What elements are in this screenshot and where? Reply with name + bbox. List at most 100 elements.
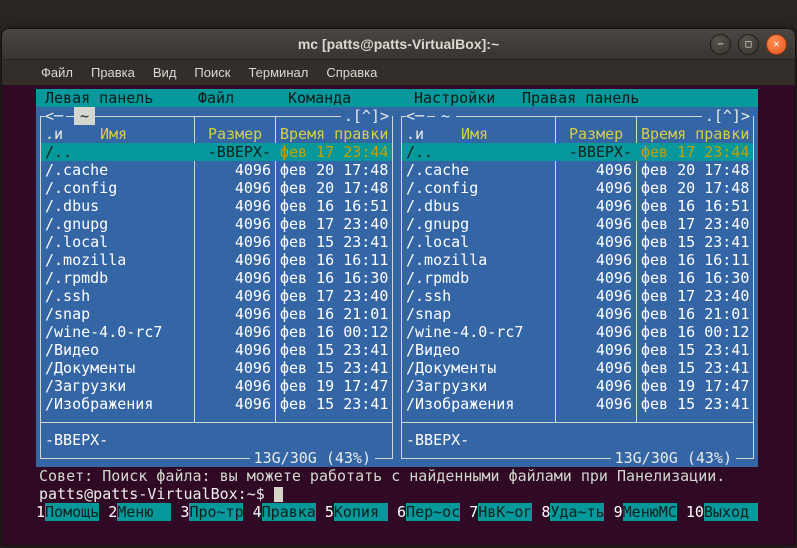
mc-menu-item-1[interactable]: Левая панель — [45, 89, 153, 107]
terminal-menu-item-3[interactable]: Вид — [144, 65, 186, 80]
file-mtime: фев 17 23:44 — [641, 143, 750, 161]
file-row[interactable]: /.. -ВВЕРХ-фев 17 23:44 — [397, 143, 758, 161]
column-header-name[interactable]: Имя — [461, 125, 488, 143]
file-row[interactable]: /.local 4096 фев 15 23:41 — [397, 233, 758, 251]
file-row[interactable]: /.rpmdb 4096 фев 16 16:30 — [36, 269, 397, 287]
file-size: 4096 — [595, 377, 632, 395]
terminal-menu-item-1[interactable]: Файл — [32, 65, 82, 80]
file-row[interactable]: /.dbus 4096 фев 16 16:51 — [36, 197, 397, 215]
file-row[interactable]: /Документы 4096 фев 15 23:41 — [397, 359, 758, 377]
mc-menu-item-4[interactable]: Настройки — [414, 89, 495, 107]
file-name: /Видео — [45, 341, 100, 359]
mc-menu-item-2[interactable]: Файл — [198, 89, 234, 107]
file-row[interactable]: /.dbus 4096 фев 16 16:51 — [397, 197, 758, 215]
file-size: 4096 — [595, 341, 632, 359]
updir-button[interactable]: .[^]> — [340, 107, 392, 125]
file-row[interactable]: /.. -ВВЕРХ-фев 17 23:44 — [36, 143, 397, 161]
file-mtime: фев 17 23:40 — [280, 215, 389, 233]
column-header-mtime[interactable]: Время правки — [280, 125, 388, 143]
file-row[interactable]: /Видео 4096 фев 15 23:41 — [36, 341, 397, 359]
file-row[interactable]: /.mozilla 4096 фев 16 16:11 — [36, 251, 397, 269]
file-row[interactable]: /.rpmdb 4096 фев 16 16:30 — [397, 269, 758, 287]
file-row[interactable]: /wine-4.0-rc7 4096 фев 16 00:12 — [36, 323, 397, 341]
command-line[interactable]: patts@patts-VirtualBox:~$ — [36, 485, 758, 503]
fkey-label: Выход — [703, 503, 758, 521]
file-name: /.local — [406, 233, 470, 251]
column-header-name[interactable]: Имя — [100, 125, 127, 143]
file-size: 4096 — [595, 179, 632, 197]
file-row[interactable]: /.local 4096 фев 15 23:41 — [36, 233, 397, 251]
fkey-button-4[interactable]: 4 Правка — [253, 503, 325, 521]
file-row[interactable]: /.ssh 4096 фев 17 23:40 — [36, 287, 397, 305]
file-size: 4096 — [234, 251, 271, 269]
terminal-menu-item-5[interactable]: Терминал — [239, 65, 317, 80]
file-row[interactable]: /Изображения 4096 фев 15 23:41 — [36, 395, 397, 413]
titlebar[interactable]: mc [patts@patts-VirtualBox]:~ − □ ✕ — [2, 29, 795, 60]
updir-button[interactable]: .[^]> — [701, 107, 753, 125]
fkey-button-2[interactable]: 2 Меню — [108, 503, 180, 521]
file-row[interactable]: /.ssh 4096 фев 17 23:40 — [397, 287, 758, 305]
fkey-button-3[interactable]: 3 Про~тр — [180, 503, 252, 521]
file-row[interactable]: /.gnupg 4096 фев 17 23:40 — [397, 215, 758, 233]
fkey-number: 10 — [685, 503, 704, 521]
file-name: /.ssh — [45, 287, 91, 305]
minimize-icon[interactable]: − — [710, 34, 731, 55]
file-row[interactable]: /Видео 4096 фев 15 23:41 — [397, 341, 758, 359]
file-row[interactable]: /wine-4.0-rc7 4096 фев 16 00:12 — [397, 323, 758, 341]
terminal-content: Левая панель Файл Команда Настройки Правая п… — [36, 89, 758, 521]
file-size: 4096 — [234, 269, 271, 287]
file-mtime: фев 15 23:41 — [280, 359, 389, 377]
file-mtime: фев 15 23:41 — [280, 395, 389, 413]
file-name: /Изображения — [406, 395, 515, 413]
fkey-label: Пер~ос — [406, 503, 461, 521]
file-row[interactable]: /.config 4096 фев 20 17:48 — [36, 179, 397, 197]
panel-path-tab[interactable]: ~ — [74, 107, 96, 125]
file-row[interactable]: /Загрузки 4096 фев 19 17:47 — [397, 377, 758, 395]
history-back-icon[interactable]: <─ — [45, 107, 67, 125]
file-row[interactable]: /.mozilla 4096 фев 16 16:11 — [397, 251, 758, 269]
file-row[interactable]: /.cache 4096 фев 20 17:48 — [36, 161, 397, 179]
panel-frame-line — [401, 422, 754, 423]
mc-menu-item-5[interactable]: Правая панель — [522, 89, 639, 107]
history-back-icon[interactable]: <─ — [406, 107, 428, 125]
mc-menu-item-3[interactable]: Команда — [288, 89, 351, 107]
fkey-button-1[interactable]: 1 Помощь — [36, 503, 108, 521]
sort-indicator: .и — [45, 125, 64, 143]
maximize-icon[interactable]: □ — [738, 34, 759, 55]
fkey-button-5[interactable]: 5 Копия — [325, 503, 397, 521]
fkey-button-9[interactable]: 9 МенюМС — [614, 503, 686, 521]
column-header-size[interactable]: Размер — [208, 125, 262, 143]
fkey-button-8[interactable]: 8 Уда~ть — [541, 503, 613, 521]
file-name: /.config — [406, 179, 479, 197]
terminal-menu-item-4[interactable]: Поиск — [185, 65, 239, 80]
file-list: /.. -ВВЕРХ-фев 17 23:44 /.cache 4096 фев 20 … — [397, 143, 758, 413]
fkey-number: 9 — [613, 503, 623, 521]
panel-path-tab[interactable]: ~ — [435, 107, 457, 125]
file-row[interactable]: /Изображения 4096 фев 15 23:41 — [397, 395, 758, 413]
file-mtime: фев 16 16:11 — [280, 251, 389, 269]
mc-panels: <─ ~ .[^]> .и Имя Размер Время правки /.. -ВВЕРХ… — [36, 107, 758, 467]
column-header-size[interactable]: Размер — [569, 125, 623, 143]
file-row[interactable]: /Загрузки 4096 фев 19 17:47 — [36, 377, 397, 395]
fkey-button-6[interactable]: 6 Пер~ос — [397, 503, 469, 521]
close-icon[interactable]: ✕ — [766, 34, 787, 55]
file-row[interactable]: /.gnupg 4096 фев 17 23:40 — [36, 215, 397, 233]
fkey-button-7[interactable]: 7 НвК~ог — [469, 503, 541, 521]
column-header-mtime[interactable]: Время правки — [641, 125, 749, 143]
file-mtime: фев 19 17:47 — [280, 377, 389, 395]
terminal-menu-item-6[interactable]: Справка — [317, 65, 386, 80]
shell-prompt: patts@patts-VirtualBox:~$ — [39, 485, 265, 503]
file-mtime: фев 16 21:01 — [280, 305, 389, 323]
fkey-button-10[interactable]: 10 Выход — [686, 503, 758, 521]
fkey-label: Копия — [333, 503, 388, 521]
file-mtime: фев 16 00:12 — [280, 323, 389, 341]
file-size: 4096 — [595, 251, 632, 269]
file-size: 4096 — [595, 269, 632, 287]
file-name: /snap — [406, 305, 452, 323]
file-row[interactable]: /snap 4096 фев 16 21:01 — [397, 305, 758, 323]
file-row[interactable]: /snap 4096 фев 16 21:01 — [36, 305, 397, 323]
terminal-menu-item-2[interactable]: Правка — [82, 65, 144, 80]
file-row[interactable]: /Документы 4096 фев 15 23:41 — [36, 359, 397, 377]
file-row[interactable]: /.cache 4096 фев 20 17:48 — [397, 161, 758, 179]
file-row[interactable]: /.config 4096 фев 20 17:48 — [397, 179, 758, 197]
